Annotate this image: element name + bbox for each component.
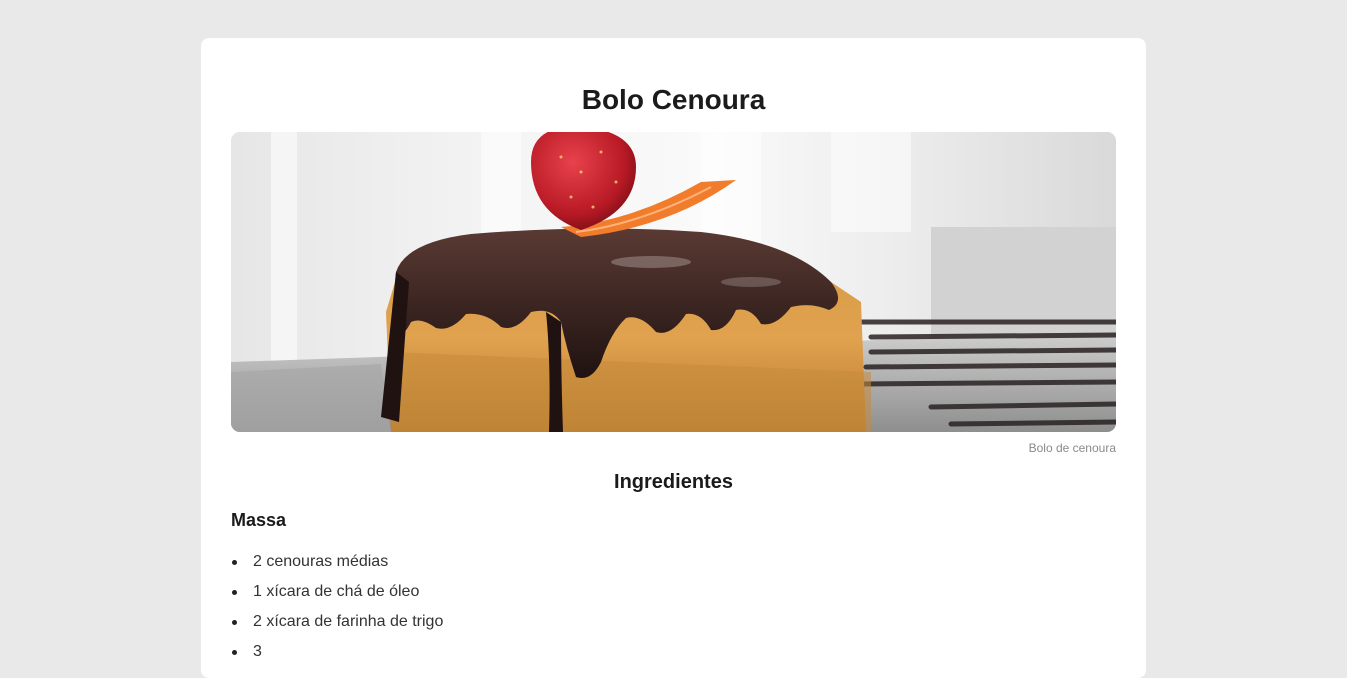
ingredient-item: 1 xícara de chá de óleo <box>231 577 1116 607</box>
ingredient-item: 2 xícara de farinha de trigo <box>231 607 1116 637</box>
carrot-cake-photo <box>231 132 1116 432</box>
recipe-title: Bolo Cenoura <box>581 84 766 115</box>
image-caption: Bolo de cenoura <box>1028 441 1116 455</box>
ingredient-item: 3 <box>231 637 1116 667</box>
ingredient-list: 2 cenouras médias 1 xícara de chá de óle… <box>231 547 1116 667</box>
ingredient-item: 2 cenouras médias <box>231 547 1116 577</box>
ingredients-heading: Ingredientes <box>614 471 733 493</box>
ingredient-group-title: Massa <box>231 510 287 530</box>
recipe-card: Bolo Cenoura Bolo de cenoura Ingrediente… <box>201 38 1146 678</box>
recipe-image <box>231 132 1116 432</box>
